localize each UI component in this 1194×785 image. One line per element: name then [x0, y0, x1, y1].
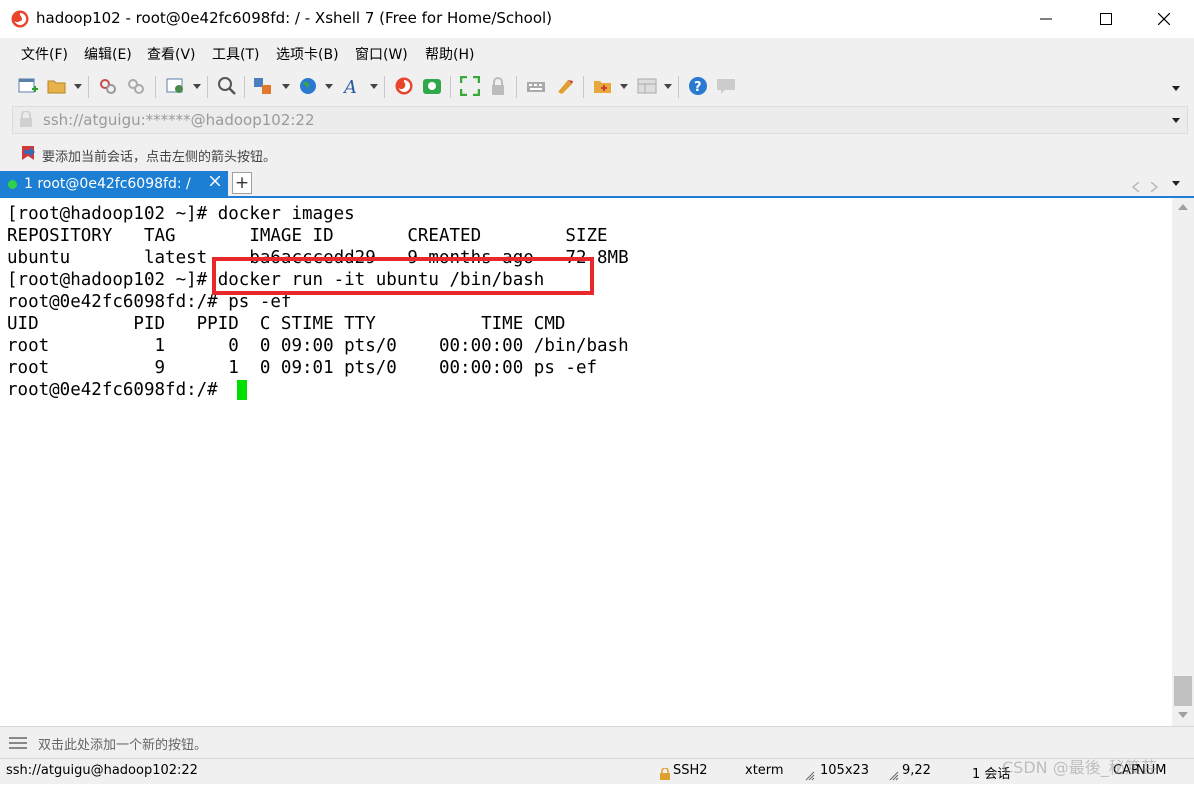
- reconnect-icon[interactable]: [126, 76, 146, 96]
- tab-scroll-left-icon[interactable]: [1131, 177, 1140, 196]
- open-folder-icon[interactable]: [47, 76, 67, 96]
- chevron-down-icon[interactable]: [325, 84, 333, 89]
- tab-scroll-right-icon[interactable]: [1150, 177, 1159, 196]
- globe-icon[interactable]: [298, 76, 318, 96]
- chevron-down-icon[interactable]: [664, 84, 672, 89]
- address-dropdown-icon[interactable]: [1172, 118, 1180, 123]
- scroll-up-icon[interactable]: [1178, 204, 1188, 210]
- quick-bar-hint: 要添加当前会话，点击左侧的箭头按钮。: [42, 150, 277, 165]
- bookmark-arrow-icon[interactable]: [20, 145, 36, 165]
- status-connection: ssh://atguigu@hadoop102:22: [6, 763, 198, 778]
- menu-help[interactable]: 帮助(H): [425, 44, 474, 64]
- highlight-icon[interactable]: [554, 76, 574, 96]
- menu-window[interactable]: 窗口(W): [355, 44, 408, 64]
- terminal-cursor: [237, 380, 247, 400]
- menu-tabs[interactable]: 选项卡(B): [276, 44, 339, 64]
- fullscreen-icon[interactable]: [459, 75, 481, 97]
- status-protocol: SSH2: [673, 763, 708, 778]
- close-icon: [1158, 13, 1170, 25]
- minimize-button[interactable]: [1016, 0, 1076, 38]
- status-terminal-type: xterm: [745, 763, 784, 778]
- tab-list-dropdown-icon[interactable]: [1172, 181, 1180, 186]
- terminal-line: REPOSITORY TAG IMAGE ID CREATED SIZE: [7, 226, 608, 246]
- terminal-line: UID PID PPID C STIME TTY TIME CMD: [7, 314, 566, 334]
- lock-icon: [19, 110, 33, 131]
- tab-label[interactable]: 1 root@0e42fc6098fd: /: [24, 176, 191, 192]
- compose-bar-hint: 双击此处添加一个新的按钮。: [38, 738, 208, 753]
- menu-tools[interactable]: 工具(T): [212, 44, 259, 64]
- tab-close-icon[interactable]: [209, 175, 221, 190]
- scrollbar-thumb[interactable]: [1174, 676, 1192, 706]
- help-icon[interactable]: ?: [688, 76, 708, 96]
- toolbar-divider: [678, 76, 679, 98]
- toolbar-divider: [155, 76, 156, 98]
- chevron-down-icon[interactable]: [282, 84, 290, 89]
- csdn-watermark: CSDN @最後_秘笈芸: [1002, 758, 1157, 777]
- terminal-line: root 1 0 0 09:00 pts/0 00:00:00 /bin/bas…: [7, 336, 629, 356]
- layout-icon[interactable]: [637, 76, 657, 96]
- menu-file[interactable]: 文件(F): [21, 44, 68, 64]
- chevron-down-icon[interactable]: [74, 84, 82, 89]
- toolbar-divider: [450, 76, 451, 98]
- svg-text:?: ?: [694, 80, 702, 95]
- chevron-down-icon[interactable]: [370, 84, 378, 89]
- toolbar-divider: [88, 76, 89, 98]
- connected-status-dot: [8, 180, 17, 189]
- lock-icon[interactable]: [488, 76, 508, 96]
- new-tab-button[interactable]: +: [232, 172, 252, 194]
- terminal-line: root 9 1 0 09:01 pts/0 00:00:00 ps -ef: [7, 358, 598, 378]
- resize-icon: [805, 766, 815, 785]
- address-value[interactable]: ssh://atguigu:******@hadoop102:22: [43, 111, 315, 129]
- cursor-position-icon: [889, 766, 899, 785]
- toolbar-divider: [207, 76, 208, 98]
- properties-icon[interactable]: [166, 76, 186, 96]
- disconnect-icon[interactable]: [98, 76, 118, 96]
- chevron-down-icon[interactable]: [193, 84, 201, 89]
- terminal-prompt: root@0e42fc6098fd:/#: [7, 380, 229, 400]
- toolbar-divider: [244, 76, 245, 98]
- hamburger-menu-icon[interactable]: [9, 735, 27, 754]
- toolbar-overflow-icon[interactable]: [1172, 86, 1180, 91]
- terminal-line: [root@hadoop102 ~]# docker images: [7, 204, 355, 224]
- chat-icon[interactable]: [716, 76, 736, 96]
- keyboard-icon[interactable]: [526, 76, 546, 96]
- close-button[interactable]: [1134, 0, 1194, 38]
- window-title: hadoop102 - root@0e42fc6098fd: / - Xshel…: [36, 9, 553, 27]
- new-folder-icon[interactable]: [593, 76, 613, 96]
- menu-view[interactable]: 查看(V): [147, 44, 196, 64]
- maximize-icon: [1100, 13, 1112, 25]
- xshell-icon[interactable]: [394, 76, 414, 96]
- xftp-icon[interactable]: [422, 76, 442, 96]
- toolbar-divider: [516, 76, 517, 98]
- menu-edit[interactable]: 编辑(E): [84, 44, 132, 64]
- ssh-lock-icon: [660, 765, 670, 784]
- new-session-icon[interactable]: [18, 76, 38, 96]
- font-icon[interactable]: A: [342, 76, 363, 98]
- transfer-icon[interactable]: [253, 76, 273, 96]
- find-icon[interactable]: [217, 76, 237, 96]
- annotation-highlight-box: [212, 257, 594, 295]
- svg-text:A: A: [343, 77, 357, 96]
- status-size: 105x23: [820, 763, 870, 778]
- vertical-scrollbar[interactable]: [1172, 198, 1194, 726]
- scroll-down-icon[interactable]: [1178, 712, 1188, 718]
- xshell-app-icon: [10, 9, 30, 29]
- chevron-down-icon[interactable]: [620, 84, 628, 89]
- status-cursor-position: 9,22: [902, 763, 931, 778]
- minimize-icon: [1040, 18, 1052, 20]
- plus-icon: +: [234, 173, 250, 193]
- maximize-button[interactable]: [1076, 0, 1136, 38]
- toolbar-divider: [583, 76, 584, 98]
- toolbar-divider: [384, 76, 385, 98]
